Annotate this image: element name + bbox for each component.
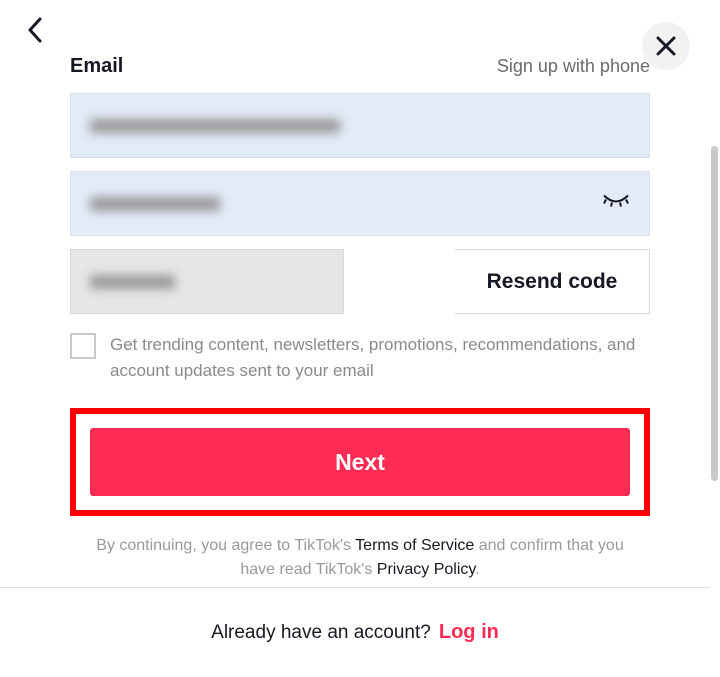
legal-disclaimer: By continuing, you agree to TikTok's Ter… [70,534,650,582]
toggle-password-visibility[interactable] [602,193,630,214]
email-input[interactable] [70,93,650,158]
verification-code-input[interactable] [70,249,344,314]
next-button[interactable]: Next [90,428,630,496]
resend-code-button[interactable]: Resend code [455,249,650,314]
terms-of-service-link[interactable]: Terms of Service [355,537,474,554]
email-label: Email [70,55,123,78]
chevron-left-icon [27,17,43,43]
eye-closed-icon [602,193,630,209]
signup-phone-link[interactable]: Sign up with phone [497,56,650,77]
close-icon [656,36,676,56]
password-input[interactable] [70,171,650,236]
back-button[interactable] [20,15,50,45]
next-button-highlight: Next [70,408,650,516]
email-consent-checkbox[interactable] [70,333,96,359]
login-link[interactable]: Log in [439,621,499,644]
email-consent-text: Get trending content, newsletters, promo… [110,332,650,383]
privacy-policy-link[interactable]: Privacy Policy [377,561,475,578]
login-prompt: Already have an account? [211,622,431,644]
footer: Already have an account? Log in [0,587,710,677]
scrollbar-thumb[interactable] [711,146,718,481]
